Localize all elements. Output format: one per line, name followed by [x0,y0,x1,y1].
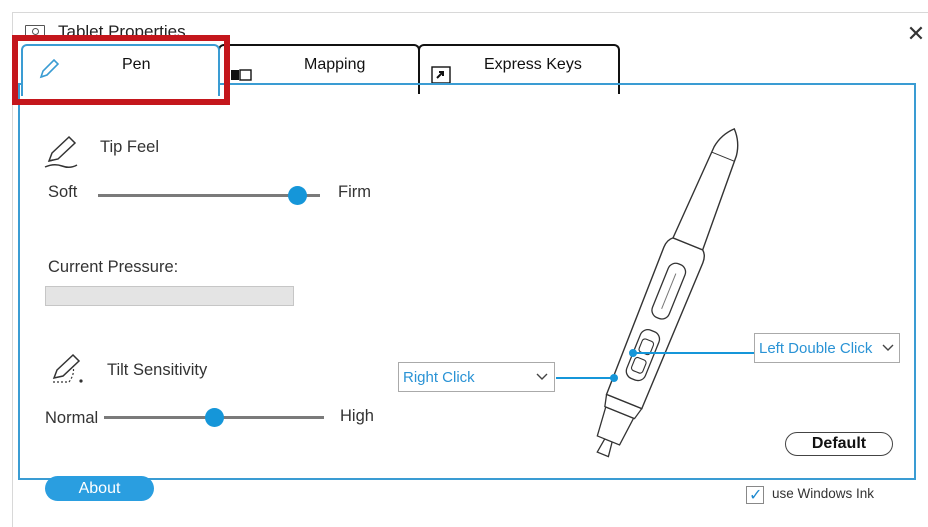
about-button[interactable]: About [45,476,154,501]
windows-ink-checkbox[interactable]: ✓ [746,486,764,504]
chevron-down-icon [536,373,548,380]
windows-ink-label: use Windows Ink [772,486,875,501]
upper-button-value: Left Double Click [759,340,873,357]
lower-button-dropdown[interactable]: Right Click [398,362,555,392]
default-button[interactable]: Default [785,432,893,456]
upper-button-dropdown[interactable]: Left Double Click [754,333,900,363]
lower-button-value: Right Click [403,369,475,386]
checkmark-icon: ✓ [749,487,763,504]
chevron-down-icon [882,344,894,351]
